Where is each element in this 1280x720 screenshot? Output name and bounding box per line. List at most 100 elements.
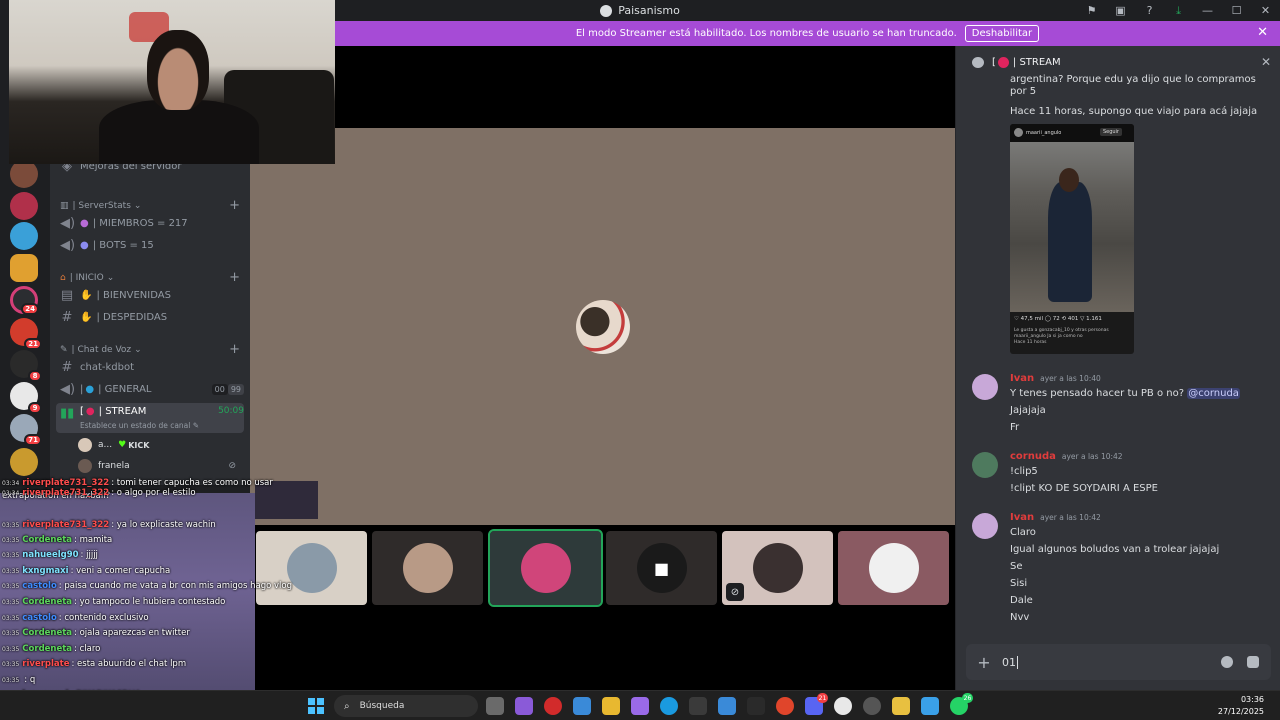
chat-username: Cordeneta <box>22 644 73 654</box>
server-icon[interactable]: 24 <box>10 286 39 315</box>
message-input-value[interactable]: 01 <box>1002 656 1016 669</box>
add-channel-icon[interactable]: + <box>229 270 240 285</box>
message-text: Y tenes pensado hacer tu PB o no? @cornu… <box>1010 388 1270 400</box>
obs-icon[interactable] <box>834 697 852 715</box>
participant-tile[interactable] <box>838 531 949 605</box>
server-icon[interactable]: 71 <box>10 414 42 446</box>
channel-label: | BOTS = 15 <box>92 240 154 251</box>
windows-start-icon[interactable] <box>308 698 324 714</box>
server-icon[interactable]: 8 <box>10 350 42 382</box>
avatar[interactable] <box>972 452 998 478</box>
notepad-icon[interactable] <box>718 697 736 715</box>
search-icon: ⌕ <box>344 700 350 712</box>
folder-icon[interactable] <box>602 697 620 715</box>
participant-tile[interactable]: ⊘ <box>722 531 833 605</box>
task-view-icon[interactable] <box>486 697 504 715</box>
message-input[interactable]: + 01 <box>966 644 1271 680</box>
help-icon[interactable]: ? <box>1135 0 1164 21</box>
stream-chat-line: 03:35 Cordeneta: mamita <box>2 535 112 545</box>
message-author[interactable]: Ivan ayer a las 10:40 <box>1010 373 1101 384</box>
close-panel-icon[interactable]: ✕ <box>1261 55 1271 69</box>
bracket: [ <box>80 406 84 417</box>
muted-icon: ⊘ <box>228 461 236 471</box>
caption-time: Hace 11 horas <box>1014 340 1047 345</box>
category-inicio[interactable]: ⌂ | INICIO ⌄ + <box>60 270 240 285</box>
app-icon[interactable] <box>863 697 881 715</box>
edge-icon[interactable] <box>660 697 678 715</box>
person-figure <box>1048 182 1092 302</box>
app-icon[interactable] <box>892 697 910 715</box>
channel-stream[interactable]: ▮▮ [ ● | STREAM 50:09 Establece un estad… <box>56 403 244 433</box>
category-serverstats[interactable]: ▥ | ServerStats ⌄ + <box>60 198 240 213</box>
pen-app-icon[interactable] <box>631 697 649 715</box>
store-icon[interactable] <box>573 697 591 715</box>
category-voz[interactable]: ✎ | Chat de Voz ⌄ + <box>60 342 240 357</box>
close-banner-icon[interactable]: ✕ <box>1257 25 1268 40</box>
message-author[interactable]: Ivan ayer a las 10:42 <box>1010 512 1101 523</box>
whatsapp-icon[interactable]: 26 <box>950 693 973 715</box>
copilot-icon[interactable] <box>515 697 533 715</box>
terminal-icon[interactable] <box>747 697 765 715</box>
hash-icon: # <box>61 360 73 375</box>
avatar[interactable] <box>972 513 998 539</box>
chat-username: Cordeneta <box>22 628 73 638</box>
system-clock[interactable]: 03:36 27/12/2025 <box>1218 694 1264 718</box>
chat-username: riverplate <box>22 659 70 669</box>
disable-streamer-mode-button[interactable]: Deshabilitar <box>964 25 1040 42</box>
discord-icon[interactable]: 21 <box>805 693 828 715</box>
emoji-icon[interactable] <box>1221 656 1233 668</box>
taskbar-search[interactable]: ⌕ Búsqueda <box>334 695 478 717</box>
server-icon[interactable] <box>10 254 38 282</box>
photos-icon[interactable] <box>921 697 939 715</box>
server-icon[interactable]: 9 <box>10 382 42 414</box>
avatar <box>402 543 453 593</box>
server-icon[interactable] <box>10 192 38 220</box>
chat-message: : contenido exclusivo <box>58 613 149 623</box>
channel-status-prompt[interactable]: Establece un estado de canal ✎ <box>80 421 199 430</box>
inbox-flag-icon[interactable]: ⚑ <box>1077 0 1106 21</box>
server-icon[interactable] <box>10 160 38 188</box>
close-window-button[interactable]: ✕ <box>1251 0 1280 21</box>
image-attachment[interactable]: maarii_angulo Seguir ♡ 47,5 mil ◯ 72 ⟲ 4… <box>1010 124 1134 354</box>
add-channel-icon[interactable]: + <box>229 198 240 213</box>
category-label: | ServerStats <box>72 200 131 211</box>
chat-bubble-icon <box>972 56 984 68</box>
inbox-icon[interactable]: ▣ <box>1106 0 1135 21</box>
channel-chat-kdbot[interactable]: # chat-kdbot <box>60 360 244 375</box>
opera-icon[interactable] <box>544 697 562 715</box>
minimize-button[interactable]: — <box>1193 0 1222 21</box>
avatar[interactable] <box>972 374 998 400</box>
voice-user[interactable]: a... ♥ KICK <box>78 436 236 454</box>
message-author[interactable]: cornuda ayer a las 10:42 <box>1010 451 1123 462</box>
channel-members[interactable]: ◀) ● | MIEMBROS = 217 <box>60 216 244 231</box>
focused-user-avatar[interactable] <box>576 300 630 354</box>
download-icon[interactable]: ⤓ <box>1164 0 1193 21</box>
message-text: Hace 11 horas, supongo que viajo para ac… <box>1010 106 1258 117</box>
server-icon[interactable]: 21 <box>10 318 42 350</box>
add-channel-icon[interactable]: + <box>229 342 240 357</box>
server-icon[interactable] <box>10 448 38 476</box>
channel-bienvenidas[interactable]: ▤ ✋ | BIENVENIDAS <box>60 288 244 303</box>
channel-general[interactable]: ◀) | ● | GENERAL 00 99 <box>60 382 244 397</box>
gif-icon[interactable] <box>1247 656 1259 668</box>
maximize-button[interactable]: ☐ <box>1222 0 1251 21</box>
chat-timestamp: 03:35 <box>2 568 20 575</box>
participant-tile[interactable] <box>372 531 483 605</box>
chart-icon: ▥ <box>60 200 69 211</box>
participant-tile-speaking[interactable] <box>488 529 603 607</box>
channel-bots[interactable]: ◀) ● | BOTS = 15 <box>60 238 244 253</box>
participant-tile[interactable]: ■ <box>606 531 717 605</box>
chrome-icon[interactable] <box>776 697 794 715</box>
panel-title: | STREAM <box>1012 56 1061 68</box>
wave-emoji-icon: ✋ <box>80 290 93 301</box>
notification-badge: 21 <box>817 693 828 703</box>
channel-despedidas[interactable]: # ✋ | DESPEDIDAS <box>60 310 244 325</box>
user-mention[interactable]: @cornuda <box>1187 388 1240 399</box>
add-attachment-icon[interactable]: + <box>966 653 1002 672</box>
robot-emoji-icon: ● <box>80 240 89 251</box>
voice-user-name: franela <box>98 461 130 471</box>
app-icon[interactable] <box>689 697 707 715</box>
chat-username: Cordeneta <box>22 535 73 545</box>
voice-stage[interactable] <box>250 128 955 525</box>
server-icon[interactable] <box>10 222 38 250</box>
